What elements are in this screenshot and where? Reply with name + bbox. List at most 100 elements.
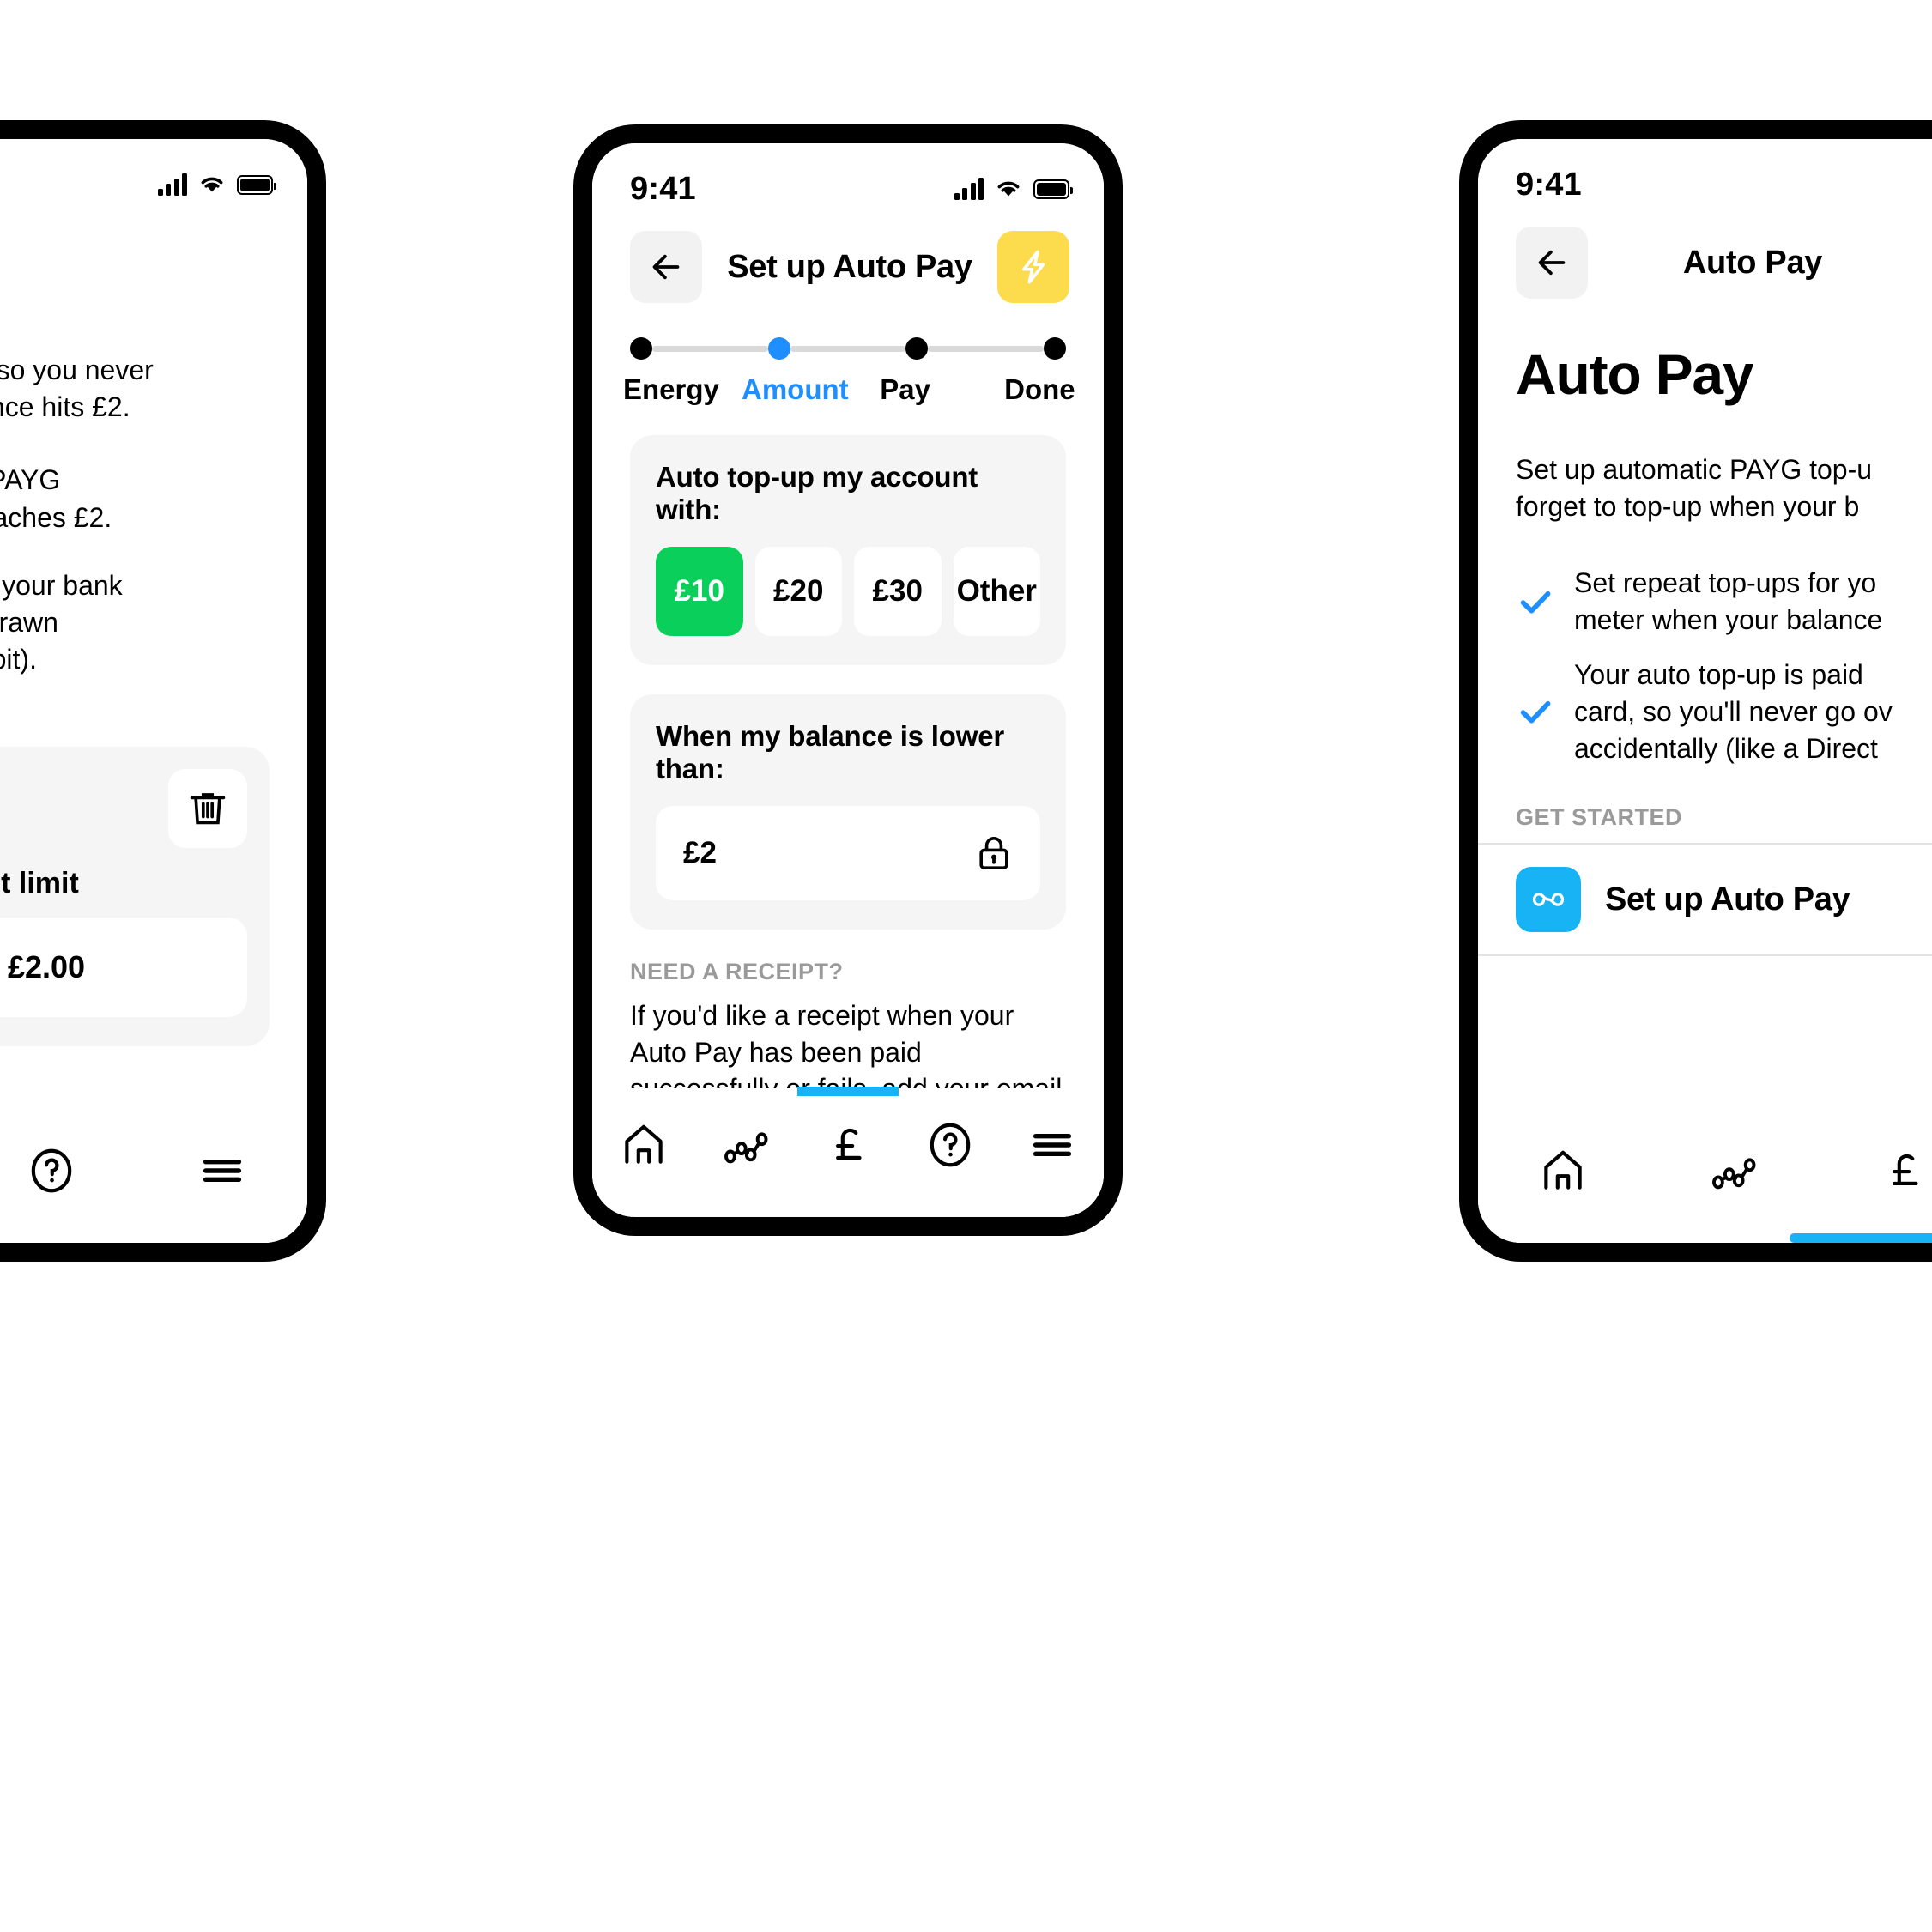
wifi-icon: [201, 177, 223, 192]
trash-icon: [190, 793, 226, 825]
threshold-card-title: When my balance is lower than:: [656, 720, 1004, 784]
step-label-pay: Pay: [880, 373, 930, 405]
benefit-line-4: ll never go overdrawn: [0, 606, 58, 638]
tab-pound[interactable]: [1819, 1114, 1932, 1227]
get-started-eyebrow: GET STARTED: [1516, 804, 1682, 831]
tab-menu[interactable]: [1002, 1088, 1104, 1202]
infinity-badge: [1516, 867, 1581, 933]
arrow-left-icon: [1538, 250, 1566, 276]
progress-stepper: Energy Amount Pay Done: [592, 305, 1104, 406]
status-indicators: [157, 173, 276, 196]
check-icon: [1520, 701, 1551, 724]
amount-option-10[interactable]: £10: [656, 547, 743, 636]
tab-bar-left: [0, 1114, 307, 1243]
wifi-icon: [997, 181, 1020, 197]
list-item-setup-auto-pay[interactable]: Set up Auto Pay: [1516, 845, 1932, 954]
list-item-label: Set up Auto Pay: [1605, 881, 1850, 918]
check-icon: [1520, 591, 1551, 614]
tab-help[interactable]: [0, 1114, 136, 1227]
benefit-line-5: (like a Direct Debit).: [0, 644, 37, 675]
threshold-value: £2: [683, 836, 717, 869]
receipt-eyebrow: NEED A RECEIPT?: [630, 959, 844, 984]
topup-amount-card: Auto top-up my account with: £10 £20 £30…: [630, 435, 1066, 665]
benefit-1-line-2: meter when your balance: [1574, 603, 1883, 635]
tab-bar-center: [592, 1087, 1104, 1217]
topup-card-title: Auto top-up my account with:: [656, 461, 978, 525]
cellular-signal-icon: [157, 173, 187, 196]
phone-mockup-right: 9:41 Auto Pay Auto Pay Set up automatic …: [1459, 120, 1932, 1262]
menu-icon: [203, 1159, 241, 1183]
step-dot-energy[interactable]: [630, 337, 652, 360]
stepper-line-2: [790, 345, 906, 352]
help-circle-icon: [31, 1148, 72, 1193]
phone-mockup-left: Auto Pay c PAYG top-ups so you never whe…: [0, 120, 326, 1262]
stepper-line-3: [928, 345, 1045, 352]
credit-limit-value[interactable]: £2.00: [0, 918, 247, 1018]
page-title: Auto Pay: [1682, 244, 1823, 281]
benefit-item-2: Your auto top-up is paid card, so you'll…: [1516, 657, 1932, 766]
get-started-list: Set up Auto Pay: [1478, 845, 1932, 954]
tab-home[interactable]: [1478, 1114, 1649, 1227]
benefit-2-line-1: Your auto top-up is paid: [1574, 659, 1863, 691]
home-icon: [1544, 1150, 1583, 1190]
step-dot-amount[interactable]: [767, 337, 790, 360]
stepper-track: [630, 337, 1067, 360]
status-indicators: [954, 178, 1073, 200]
balance-threshold-card: When my balance is lower than: £2: [630, 694, 1066, 930]
amount-option-20[interactable]: £20: [754, 547, 842, 636]
lightning-bolt-icon: [1022, 250, 1045, 284]
screen-left: Auto Pay c PAYG top-ups so you never whe…: [0, 139, 307, 1243]
page-title: Set up Auto Pay: [727, 248, 972, 285]
divider-bottom: [1478, 954, 1932, 957]
hero-title: Auto Pay: [1516, 342, 1754, 406]
status-bar-center: 9:41: [592, 143, 1104, 210]
tab-home[interactable]: [592, 1088, 694, 1202]
step-label-energy: Energy: [623, 373, 719, 405]
home-indicator: [1789, 1233, 1932, 1243]
step-label-done: Done: [1004, 373, 1075, 405]
tab-pound[interactable]: [796, 1087, 899, 1202]
benefit-text-1: Set repeat top-ups for yo meter when you…: [1574, 565, 1882, 638]
nav-bar-left: Auto Pay: [0, 206, 307, 300]
step-label-amount: Amount: [742, 373, 849, 405]
screen-center: 9:41 Set up Auto Pay Energy Amount Pay D…: [592, 143, 1104, 1217]
active-tab-indicator: [797, 1087, 899, 1096]
infinity-icon: [1532, 893, 1565, 906]
credit-limit-label: Credit limit: [0, 867, 79, 900]
nav-bar-right: Auto Pay: [1478, 206, 1932, 300]
delete-button[interactable]: [168, 769, 247, 849]
tab-menu[interactable]: [136, 1114, 307, 1227]
cellular-signal-icon: [954, 178, 984, 200]
back-button[interactable]: [630, 231, 702, 303]
credit-limit-card: Credit limit £2.00: [0, 747, 270, 1047]
step-dot-done[interactable]: [1044, 337, 1067, 360]
screen-right: 9:41 Auto Pay Auto Pay Set up automatic …: [1478, 139, 1932, 1243]
right-body: Auto Pay Set up automatic PAYG top-u for…: [1478, 342, 1932, 831]
status-bar-right: 9:41: [1478, 139, 1932, 206]
intro-line-1: c PAYG top-ups so you never: [0, 354, 154, 385]
tab-help[interactable]: [899, 1088, 1002, 1202]
pound-icon: [1892, 1154, 1918, 1186]
step-dot-pay[interactable]: [905, 337, 929, 360]
lock-icon: [979, 837, 1008, 869]
battery-icon: [237, 174, 276, 195]
benefit-line-2: your balance reaches £2.: [0, 501, 112, 533]
home-icon: [624, 1124, 663, 1164]
tab-usage[interactable]: [694, 1088, 796, 1202]
arrow-left-icon: [652, 254, 680, 280]
tab-usage[interactable]: [1649, 1114, 1820, 1227]
quick-action-button[interactable]: [997, 231, 1069, 303]
status-bar-left: [0, 139, 307, 206]
stepper-line-1: [652, 345, 768, 352]
amount-option-other[interactable]: Other: [953, 547, 1040, 636]
nav-bar-center: Set up Auto Pay: [592, 210, 1104, 305]
usage-chart-icon: [1712, 1158, 1756, 1190]
amount-option-30[interactable]: £30: [854, 547, 942, 636]
credit-limit-row: £2.00: [0, 918, 247, 1018]
threshold-field[interactable]: £2: [656, 806, 1040, 900]
back-button[interactable]: [1516, 227, 1588, 299]
status-time: 9:41: [630, 170, 696, 207]
status-time: 9:41: [1516, 166, 1582, 203]
